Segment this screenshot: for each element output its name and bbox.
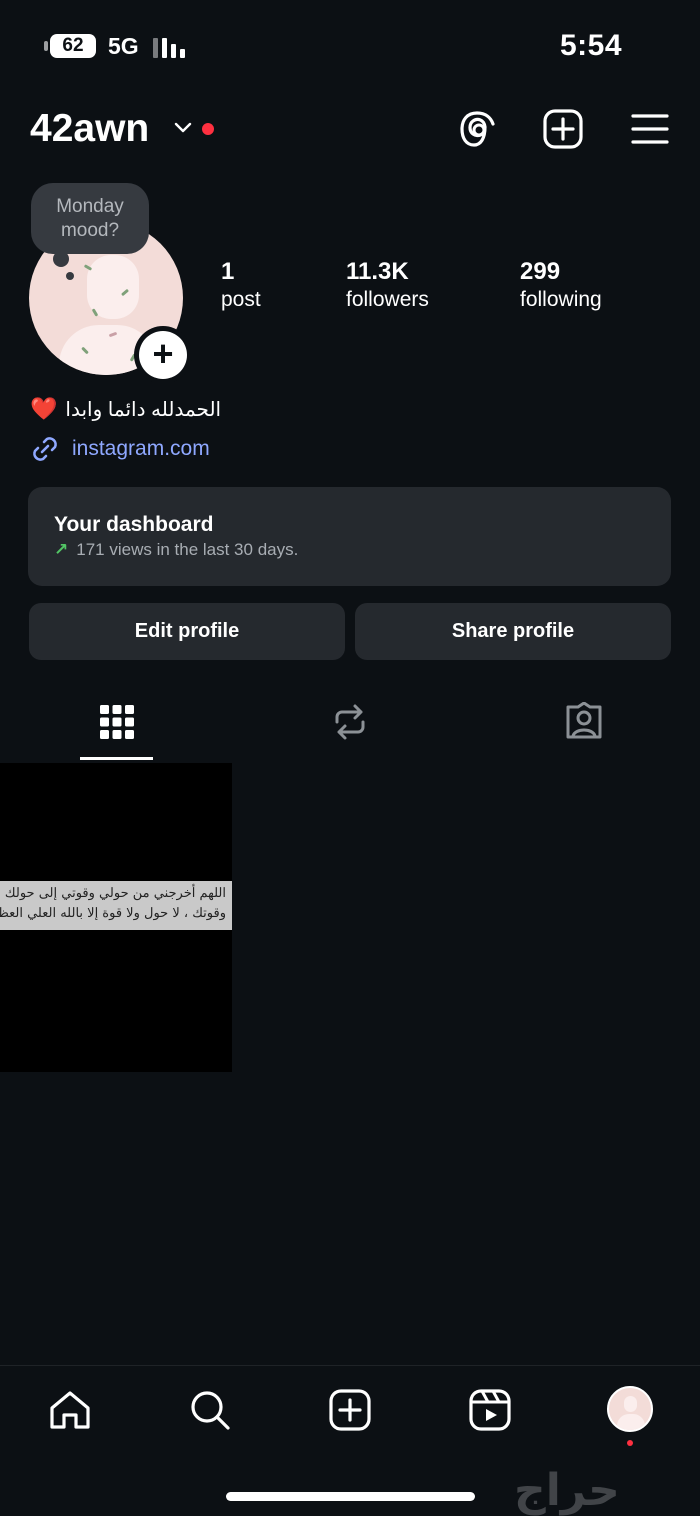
menu-icon[interactable] [629,108,671,150]
tagged-icon [566,702,602,739]
notification-dot [202,123,214,135]
home-indicator[interactable] [226,1492,475,1501]
bio-link-text[interactable]: instagram.com [72,437,210,461]
followers-label[interactable]: followers [346,288,429,312]
bio: ❤️ الحمدلله دائما وابدا [30,396,240,422]
edit-profile-button[interactable]: Edit profile [29,603,345,660]
add-story-button[interactable]: + [139,331,187,379]
note-bubble[interactable]: Monday mood? [31,183,149,254]
battery-indicator: 62 [50,34,96,58]
threads-icon[interactable] [457,108,499,150]
bio-link[interactable]: instagram.com [30,434,210,464]
notification-dot [627,1440,633,1446]
repost-icon [335,704,365,740]
tab-grid[interactable] [87,698,147,746]
network-type: 5G [108,33,139,59]
grid-icon [100,705,134,739]
posts-label[interactable]: post [221,288,261,312]
dashboard-title: Your dashboard [54,513,214,536]
avatar-figure-head [624,1396,637,1412]
heart-emoji: ❤️ [30,396,58,421]
professional-dashboard[interactable]: Your dashboard ↗ 171 views in the last 3… [28,487,671,586]
post-text-line: وقوتك ، لا حول ولا قوة إلا بالله العلي ا… [0,906,226,921]
followers-count[interactable]: 11.3K [346,258,409,286]
posts-count[interactable]: 1 [221,258,234,286]
share-profile-button[interactable]: Share profile [355,603,671,660]
note-bubble-tail [66,272,74,280]
chevron-down-icon[interactable] [174,121,192,135]
following-count[interactable]: 299 [520,258,560,286]
post-text-line: اللهم أخرجني من حولي وقوتي إلى حولك [4,886,226,901]
battery-nub [44,41,48,51]
bio-text: الحمدلله دائما وابدا [65,398,222,421]
status-time: 5:54 [559,29,622,62]
profile-avatar[interactable] [607,1386,653,1432]
create-icon[interactable] [328,1388,372,1432]
dashboard-subtitle: ↗ 171 views in the last 30 days. [54,540,298,560]
post-text-strip: اللهم أخرجني من حولي وقوتي إلى حولك وقوت… [0,881,232,930]
avatar-figure-body [617,1414,645,1430]
watermark-logo: حراج [514,1465,620,1516]
dashboard-subtitle-text: 171 views in the last 30 days. [76,540,299,559]
post-thumbnail[interactable]: اللهم أخرجني من حولي وقوتي إلى حولك وقوت… [0,763,232,1072]
link-icon [33,437,57,461]
tab-tagged[interactable] [554,698,614,746]
signal-icon [153,38,193,58]
tab-reposts[interactable] [320,698,380,746]
home-icon[interactable] [48,1388,92,1432]
trend-up-icon: ↗ [54,540,69,559]
reels-icon[interactable] [468,1388,512,1432]
search-icon[interactable] [188,1388,232,1432]
profile-username[interactable]: 42awn [30,107,149,151]
active-tab-indicator [80,757,153,760]
following-label[interactable]: following [520,288,602,312]
create-post-icon[interactable] [542,108,584,150]
